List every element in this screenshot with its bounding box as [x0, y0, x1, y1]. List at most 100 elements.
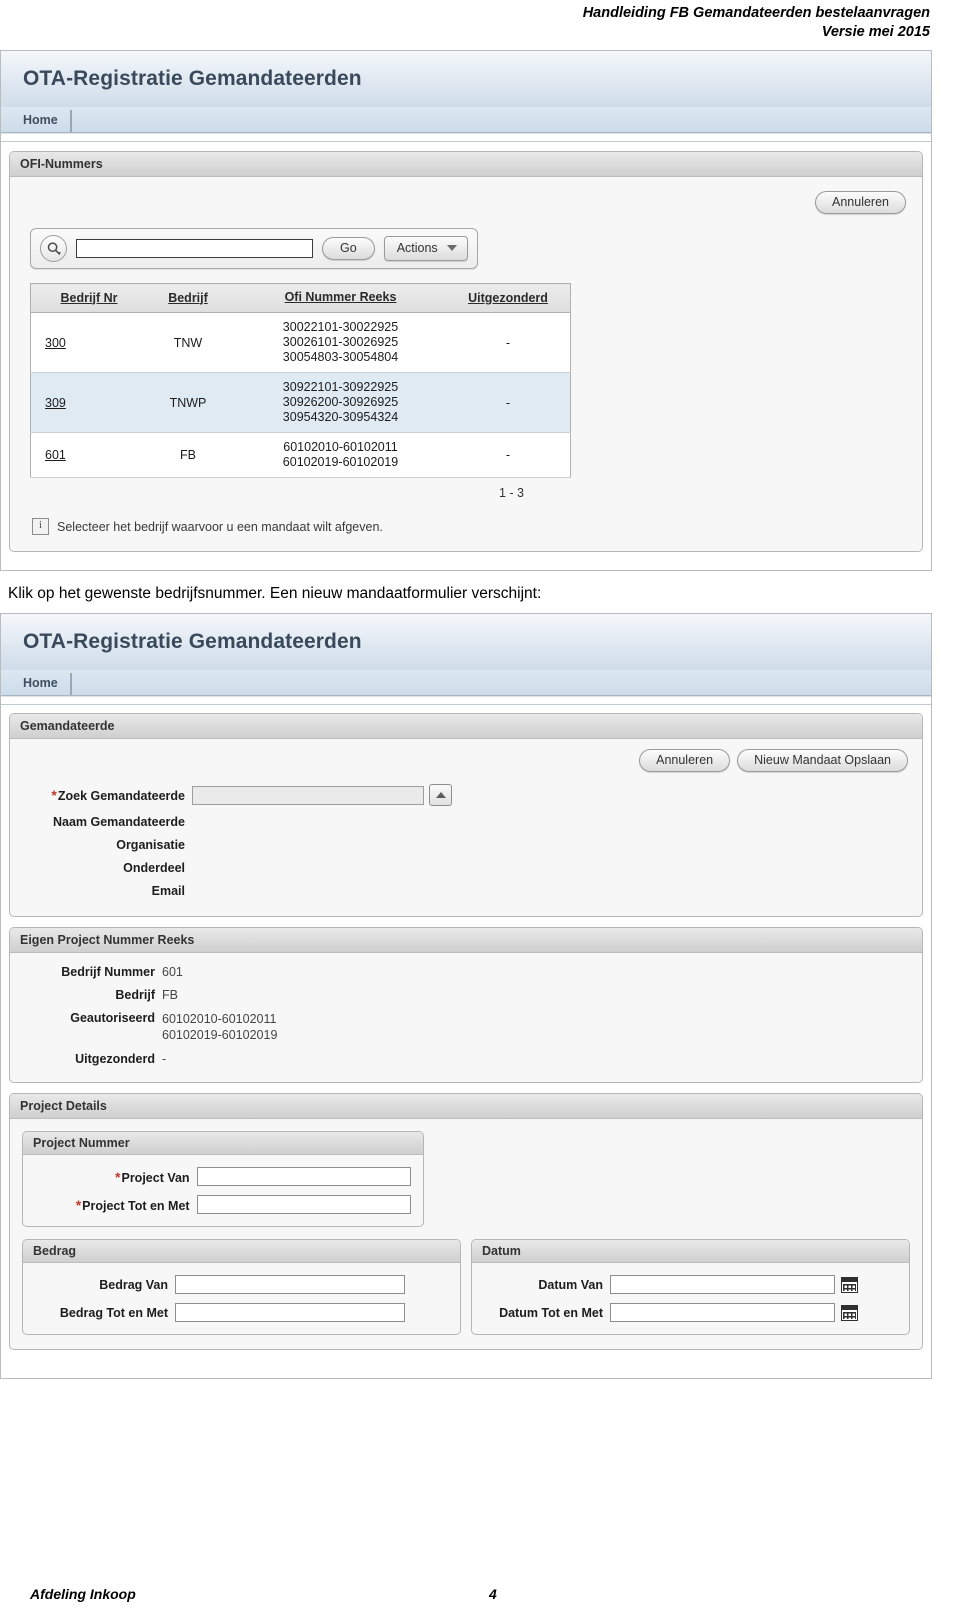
- subpanel-body-bedrag: Bedrag Van Bedrag Tot en Met: [23, 1263, 460, 1334]
- tab-home-2[interactable]: Home: [21, 673, 72, 695]
- region-title-project-details: Project Details: [10, 1094, 922, 1119]
- subpanel-title-datum: Datum: [472, 1240, 909, 1263]
- region-eigen-project-nummer-reeks: Eigen Project Nummer Reeks Bedrijf Numme…: [9, 927, 923, 1083]
- field-onderdeel: Onderdeel: [22, 861, 910, 875]
- region-title-eigen-project-nummer-reeks: Eigen Project Nummer Reeks: [10, 928, 922, 953]
- datum-tot-en-met-input[interactable]: [610, 1303, 835, 1322]
- tab-home-1[interactable]: Home: [21, 110, 72, 132]
- search-input[interactable]: [76, 239, 313, 258]
- label-bedrijf: Bedrijf: [115, 988, 155, 1002]
- bedrag-datum-row: Bedrag Bedrag Van Bedrag Tot en Met Datu…: [22, 1239, 910, 1335]
- search-toolbar: Go Actions: [30, 228, 478, 269]
- value-uitgezonderd: -: [162, 1052, 167, 1066]
- table-pagination: 1 - 3: [498, 486, 524, 500]
- field-zoek-gemandateerde: *Zoek Gemandateerde: [22, 784, 910, 806]
- label-geautoriseerd: Geautoriseerd: [70, 1011, 155, 1025]
- app-tabs-1: Home: [1, 107, 931, 133]
- project-van-input[interactable]: [196, 1167, 411, 1186]
- footer-department: Afdeling Inkoop: [30, 1586, 136, 1602]
- field-bedrag-van: Bedrag Van: [35, 1275, 448, 1294]
- instruction-text: Klik op het gewenste bedrijfsnummer. Een…: [8, 585, 542, 602]
- label-datum-van: Datum Van: [538, 1277, 603, 1292]
- label-bedrijf-nummer: Bedrijf Nummer: [61, 965, 155, 979]
- project-tot-en-met-input[interactable]: [196, 1195, 411, 1214]
- value-bedrijf-nummer: 601: [162, 965, 183, 979]
- field-email: Email: [22, 884, 910, 898]
- label-organisatie: Organisatie: [116, 838, 185, 852]
- label-datum-tot-en-met: Datum Tot en Met: [499, 1305, 603, 1320]
- app-topbar-1: OTA-Registratie Gemandateerden: [1, 51, 931, 107]
- app-body-2: Gemandateerde Annuleren Nieuw Mandaat Op…: [1, 705, 931, 1378]
- app-strip-1: [1, 133, 931, 142]
- region-body-ofi-nummers: Annuleren Go Actions Bedrijf Nr Bedrijf …: [10, 177, 922, 551]
- screenshot-ofi-nummers: OTA-Registratie Gemandateerden Home OFI-…: [0, 50, 932, 571]
- gemandateerde-button-row: Annuleren Nieuw Mandaat Opslaan: [22, 747, 910, 784]
- region-body-project-details: Project Nummer *Project Van *Project Tot…: [10, 1119, 922, 1349]
- label-bedrag-tot-en-met: Bedrag Tot en Met: [59, 1305, 168, 1320]
- app-body-1: OFI-Nummers Annuleren Go Actions Bedrijf…: [1, 142, 931, 570]
- cell-uitgezonderd: -: [446, 312, 571, 373]
- region-title-ofi-nummers: OFI-Nummers: [10, 152, 922, 177]
- col-header-bedrijf[interactable]: Bedrijf: [141, 283, 235, 313]
- chevron-down-icon: [446, 245, 457, 251]
- col-header-bedrijf-nr[interactable]: Bedrijf Nr: [30, 283, 141, 313]
- field-bedrijf-nummer: Bedrijf Nummer 601: [22, 965, 910, 979]
- reeks-line: 60102010-60102011: [283, 440, 398, 454]
- col-header-ofi-nummer-reeks[interactable]: Ofi Nummer Reeks: [235, 283, 446, 313]
- label-zoek-gemandateerde: *Zoek Gemandateerde: [51, 787, 185, 803]
- table-row: 601 FB 60102010-60102011 60102019-601020…: [30, 432, 571, 478]
- subpanel-project-nummer: Project Nummer *Project Van *Project Tot…: [22, 1131, 424, 1227]
- field-project-tot-en-met: *Project Tot en Met: [35, 1195, 411, 1214]
- label-project-van: *Project Van: [115, 1168, 190, 1185]
- cell-reeks: 30922101-30922925 30926200-30926925 3095…: [235, 372, 446, 433]
- table-row: 309 TNWP 30922101-30922925 30926200-3092…: [30, 372, 571, 433]
- cell-bedrijf-nr[interactable]: 300: [30, 312, 141, 373]
- search-icon[interactable]: [40, 235, 67, 262]
- field-project-van: *Project Van: [35, 1167, 411, 1186]
- app-topbar-2: OTA-Registratie Gemandateerden: [1, 614, 931, 670]
- region-ofi-nummers: OFI-Nummers Annuleren Go Actions Bedrijf…: [9, 151, 923, 552]
- col-header-uitgezonderd[interactable]: Uitgezonderd: [446, 283, 571, 313]
- calendar-icon[interactable]: [841, 1304, 858, 1321]
- cell-bedrijf-nr[interactable]: 309: [30, 372, 141, 433]
- info-message-text: Selecteer het bedrijf waarvoor u een man…: [57, 519, 383, 534]
- document-header: Handleiding FB Gemandateerden bestelaanv…: [0, 0, 960, 42]
- go-button[interactable]: Go: [322, 237, 375, 260]
- zoek-gemandateerde-input[interactable]: [192, 785, 424, 805]
- app-title-1: OTA-Registratie Gemandateerden: [23, 67, 362, 90]
- bedrag-tot-en-met-input[interactable]: [175, 1303, 405, 1322]
- label-onderdeel: Onderdeel: [123, 861, 185, 875]
- table-row: 300 TNW 30022101-30022925 30026101-30026…: [30, 312, 571, 373]
- field-naam-gemandateerde: Naam Gemandateerde: [22, 815, 910, 829]
- cell-bedrijf-nr[interactable]: 601: [30, 432, 141, 478]
- cancel-button-1[interactable]: Annuleren: [815, 191, 906, 214]
- calendar-icon[interactable]: [841, 1276, 858, 1293]
- ofi-nummers-table: Bedrijf Nr Bedrijf Ofi Nummer Reeks Uitg…: [30, 283, 571, 478]
- app-title-2: OTA-Registratie Gemandateerden: [23, 630, 362, 653]
- picker-up-icon[interactable]: [429, 784, 452, 806]
- document-footer: Afdeling Inkoop 4: [0, 1586, 960, 1602]
- subpanel-title-project-nummer: Project Nummer: [23, 1132, 423, 1155]
- actions-button-label: Actions: [396, 241, 438, 255]
- reeks-line: 30954320-30954324: [282, 410, 399, 424]
- subpanel-body-project-nummer: *Project Van *Project Tot en Met: [23, 1155, 423, 1226]
- actions-button[interactable]: Actions: [383, 236, 468, 261]
- bedrag-van-input[interactable]: [175, 1275, 405, 1294]
- cancel-button-2[interactable]: Annuleren: [639, 749, 731, 772]
- screenshot-mandaatformulier: OTA-Registratie Gemandateerden Home Gema…: [0, 613, 932, 1379]
- field-bedrag-tot-en-met: Bedrag Tot en Met: [35, 1303, 448, 1322]
- reeks-line: 30054803-30054804: [282, 350, 399, 364]
- label-project-tot-en-met: *Project Tot en Met: [75, 1196, 190, 1213]
- region-body-eigen-reeks: Bedrijf Nummer 601 Bedrijf FB Geautorise…: [10, 953, 922, 1082]
- value-bedrijf: FB: [162, 988, 178, 1002]
- subpanel-bedrag: Bedrag Bedrag Van Bedrag Tot en Met: [22, 1239, 461, 1335]
- document-header-line2: Versie mei 2015: [821, 24, 930, 40]
- datum-van-input[interactable]: [610, 1275, 835, 1294]
- document-header-line1: Handleiding FB Gemandateerden bestelaanv…: [582, 5, 930, 21]
- field-bedrijf: Bedrijf FB: [22, 988, 910, 1002]
- cell-bedrijf: FB: [141, 432, 235, 478]
- reeks-line: 60102019-60102019: [282, 455, 399, 469]
- save-new-mandate-button[interactable]: Nieuw Mandaat Opslaan: [737, 749, 908, 772]
- label-naam-gemandateerde: Naam Gemandateerde: [52, 815, 185, 829]
- cell-reeks: 30022101-30022925 30026101-30026925 3005…: [235, 312, 446, 373]
